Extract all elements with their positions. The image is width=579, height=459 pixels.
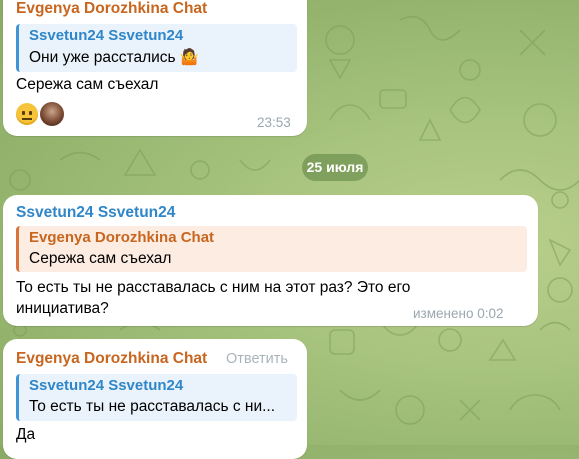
reply-text: Сережа сам съехал [29, 250, 172, 267]
date-separator: 25 июля [302, 154, 368, 181]
message-bubble[interactable]: Evgenya Dorozhkina Chat Ssvetun24 Ssvetu… [3, 0, 307, 136]
message-time: 23:53 [257, 115, 291, 130]
message-edited-time: изменено 0:02 [413, 306, 504, 321]
message-bubble[interactable]: Ssvetun24 Ssvetun24 Evgenya Dorozhkina C… [3, 195, 538, 326]
neutral-face-emoji-icon [16, 103, 38, 125]
reply-text: Они уже расстались 🤷 [29, 49, 200, 66]
reactions[interactable] [16, 101, 70, 127]
reply-button[interactable]: Ответить [226, 351, 288, 367]
reply-quote[interactable]: Ssvetun24 Ssvetun24 Они уже расстались 🤷 [16, 24, 297, 72]
user-avatar[interactable] [40, 102, 64, 126]
message-bubble[interactable]: Evgenya Dorozhkina Chat Ответить Ssvetun… [3, 339, 307, 459]
reply-text: То есть ты не расставалась с ни... [29, 398, 276, 415]
message-text: Сережа сам съехал [16, 76, 159, 93]
sender-name[interactable]: Evgenya Dorozhkina Chat [16, 350, 207, 368]
reply-sender-name: Evgenya Dorozhkina Chat [29, 229, 215, 246]
sender-name[interactable]: Evgenya Dorozhkina Chat [16, 0, 207, 18]
reply-sender-name: Ssvetun24 Ssvetun24 [29, 377, 184, 394]
sender-name[interactable]: Ssvetun24 Ssvetun24 [16, 204, 175, 222]
message-text: Да [16, 426, 36, 443]
message-text: То есть ты не расставалась с ним на этот… [16, 279, 411, 317]
reply-quote[interactable]: Ssvetun24 Ssvetun24 То есть ты не расста… [16, 374, 297, 421]
reply-quote[interactable]: Evgenya Dorozhkina Chat Сережа сам съеха… [16, 226, 527, 272]
reply-sender-name: Ssvetun24 Ssvetun24 [29, 27, 184, 44]
